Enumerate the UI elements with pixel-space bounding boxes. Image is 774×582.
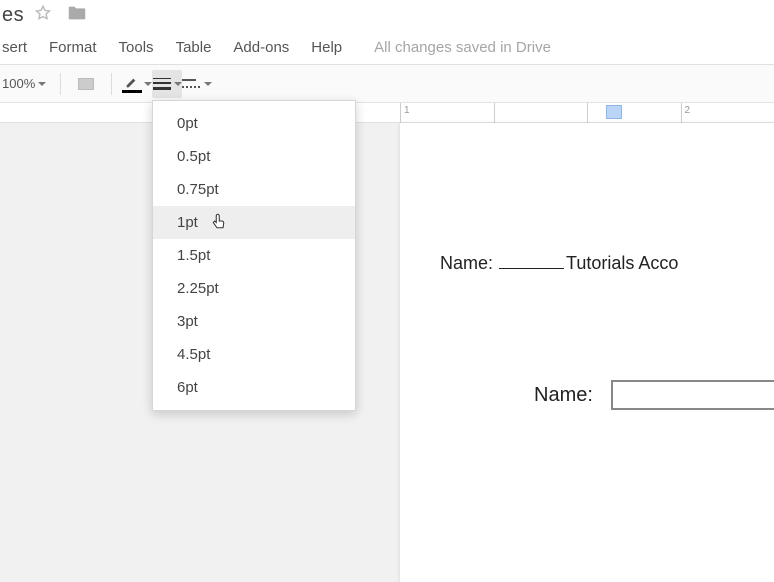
border-width-option[interactable]: 0pt <box>153 107 355 140</box>
border-width-option[interactable]: 4.5pt <box>153 338 355 371</box>
separator <box>111 73 112 95</box>
name-value: Tutorials Acco <box>566 253 678 273</box>
ruler-tick: 1 <box>404 105 410 116</box>
chevron-down-icon <box>204 82 212 86</box>
doc-title[interactable]: es <box>0 4 24 27</box>
menu-insert[interactable]: sert <box>2 39 27 56</box>
save-status: All changes saved in Drive <box>374 39 551 56</box>
horizontal-ruler[interactable]: 1 2 <box>0 103 774 123</box>
star-icon[interactable] <box>34 4 52 27</box>
separator <box>60 73 61 95</box>
name-label-2: Name: <box>534 384 593 407</box>
pencil-icon <box>122 75 141 93</box>
zoom-dropdown[interactable]: 100% <box>2 76 46 91</box>
border-color-button[interactable] <box>122 70 152 98</box>
menu-bar: sert Format Tools Table Add-ons Help All… <box>0 33 774 65</box>
canvas-area: 1 2 Name: Tutorials Acco Name: <box>0 103 774 582</box>
toolbar: 100% <box>0 65 774 103</box>
cursor-icon <box>211 212 229 230</box>
border-width-option[interactable]: 2.25pt <box>153 272 355 305</box>
margin-marker[interactable] <box>606 105 622 119</box>
name-input-box[interactable] <box>611 380 774 410</box>
border-width-option[interactable]: 1pt <box>153 206 355 239</box>
background-color-icon <box>78 78 94 90</box>
line-weight-icon <box>153 78 171 90</box>
border-width-option[interactable]: 3pt <box>153 305 355 338</box>
border-width-option[interactable]: 6pt <box>153 371 355 404</box>
name-label: Name: <box>440 253 493 273</box>
chevron-down-icon <box>144 82 152 86</box>
zoom-value: 100% <box>2 76 35 91</box>
title-bar: es <box>0 0 774 33</box>
doc-line-1: Name: Tutorials Acco <box>440 253 774 274</box>
blank-underline <box>499 268 564 269</box>
doc-line-2: Name: <box>440 380 774 410</box>
border-width-option[interactable]: 0.75pt <box>153 173 355 206</box>
border-width-button[interactable] <box>152 70 182 98</box>
border-dash-button[interactable] <box>182 70 212 98</box>
menu-table[interactable]: Table <box>176 39 212 56</box>
document-page[interactable]: Name: Tutorials Acco Name: <box>400 123 774 582</box>
menu-tools[interactable]: Tools <box>119 39 154 56</box>
folder-icon[interactable] <box>66 2 88 29</box>
menu-help[interactable]: Help <box>311 39 342 56</box>
border-width-option[interactable]: 0.5pt <box>153 140 355 173</box>
menu-addons[interactable]: Add-ons <box>233 39 289 56</box>
ruler-tick: 2 <box>685 105 691 116</box>
chevron-down-icon <box>174 82 182 86</box>
background-color-button[interactable] <box>71 70 101 98</box>
chevron-down-icon <box>38 82 46 86</box>
border-width-option[interactable]: 1.5pt <box>153 239 355 272</box>
menu-format[interactable]: Format <box>49 39 97 56</box>
border-dash-icon <box>182 76 201 92</box>
border-width-dropdown: 0pt0.5pt0.75pt1pt1.5pt2.25pt3pt4.5pt6pt <box>152 100 356 411</box>
